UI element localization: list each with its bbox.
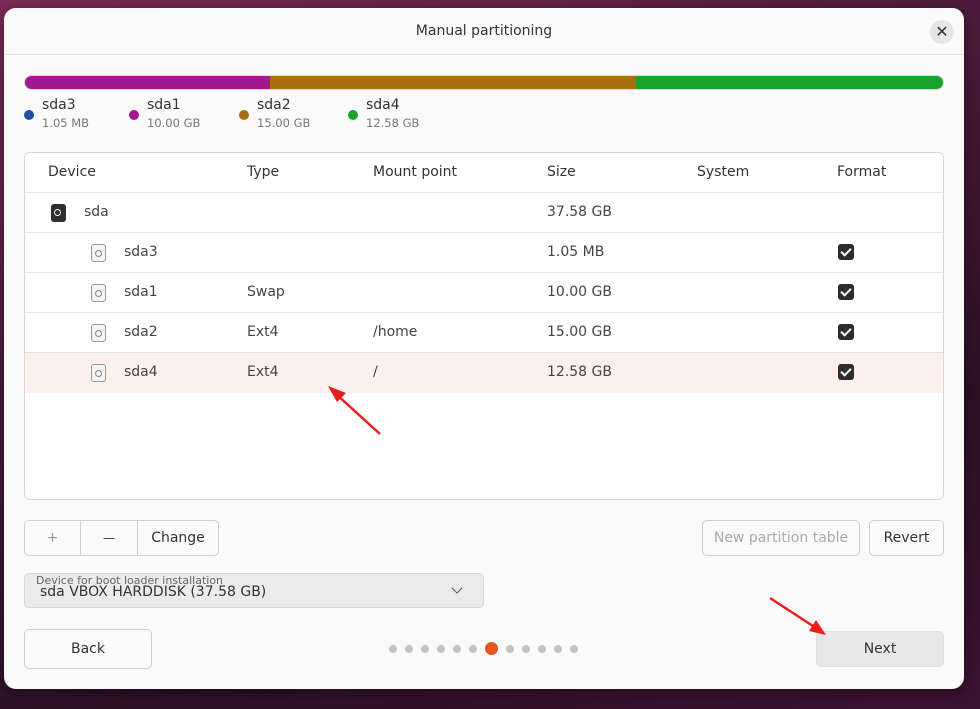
table-header-row: Device Type Mount point Size System Form… xyxy=(25,153,943,193)
page-dot xyxy=(421,644,429,653)
table-row-sda2[interactable]: sda2 Ext4 /home 15.00 GB xyxy=(25,313,943,353)
usage-segment-sda1 xyxy=(25,76,270,89)
page-dot-active xyxy=(485,642,498,655)
new-partition-table-button[interactable]: New partition table xyxy=(702,520,860,556)
legend-name: sda3 xyxy=(42,97,76,113)
legend-dot-icon xyxy=(239,110,249,120)
legend-item-sda2: sda2 15.00 GB xyxy=(239,96,348,132)
page-dot xyxy=(469,644,477,653)
partition-icon xyxy=(91,244,106,262)
format-checkbox[interactable] xyxy=(838,244,854,260)
format-checkbox[interactable] xyxy=(838,324,854,340)
page-dot xyxy=(554,644,562,653)
header-system[interactable]: System xyxy=(697,153,749,192)
bootloader-device-select[interactable]: Device for boot loader installation sda … xyxy=(24,573,484,608)
legend-size: 12.58 GB xyxy=(366,116,420,130)
table-row-sda3[interactable]: sda3 1.05 MB xyxy=(25,233,943,273)
page-dot xyxy=(570,644,578,653)
legend-dot-icon xyxy=(24,110,34,120)
change-partition-button[interactable]: Change xyxy=(138,521,218,555)
page-dot xyxy=(389,644,397,653)
legend-size: 10.00 GB xyxy=(147,116,201,130)
page-dot xyxy=(506,644,514,653)
page-dot xyxy=(437,644,445,653)
disk-usage-bar xyxy=(24,75,944,90)
usage-segment-sda4 xyxy=(635,76,943,89)
device-name: sda1 xyxy=(124,284,158,300)
format-checkbox[interactable] xyxy=(838,284,854,300)
partition-size: 12.58 GB xyxy=(547,364,612,380)
revert-button[interactable]: Revert xyxy=(869,520,944,556)
header-device[interactable]: Device xyxy=(48,153,96,192)
close-button[interactable]: ✕ xyxy=(930,20,954,44)
harddisk-icon xyxy=(51,204,66,222)
next-button[interactable]: Next xyxy=(816,631,944,667)
legend-dot-icon xyxy=(348,110,358,120)
partition-icon xyxy=(91,364,106,382)
partition-size: 15.00 GB xyxy=(547,324,612,340)
mount-point: /home xyxy=(373,324,418,340)
device-name: sda4 xyxy=(124,364,158,380)
device-name: sda xyxy=(84,204,109,220)
partition-icon xyxy=(91,284,106,302)
legend-size: 1.05 MB xyxy=(42,116,90,130)
legend-item-sda1: sda1 10.00 GB xyxy=(129,96,239,132)
header-format[interactable]: Format xyxy=(837,153,886,192)
device-name: sda2 xyxy=(124,324,158,340)
page-dot xyxy=(453,644,461,653)
partition-type: Ext4 xyxy=(247,324,279,340)
close-icon: ✕ xyxy=(935,22,949,41)
partition-type: Swap xyxy=(247,284,285,300)
usage-legend: sda3 1.05 MB sda1 10.00 GB sda2 15.00 GB… xyxy=(24,96,458,132)
legend-item-sda3: sda3 1.05 MB xyxy=(24,96,129,132)
page-dot xyxy=(405,644,413,653)
partition-size: 10.00 GB xyxy=(547,284,612,300)
add-partition-button[interactable]: + xyxy=(25,521,81,555)
dialog-title: Manual partitioning xyxy=(415,23,553,39)
legend-name: sda4 xyxy=(366,97,400,113)
usage-segment-sda2 xyxy=(269,76,636,89)
chevron-down-icon xyxy=(451,582,463,594)
page-indicator xyxy=(389,642,586,655)
table-row-sda[interactable]: sda 37.58 GB xyxy=(25,193,943,233)
device-name: sda3 xyxy=(124,244,158,260)
partition-size: 37.58 GB xyxy=(547,204,612,220)
remove-partition-button[interactable]: — xyxy=(81,521,138,555)
dialog-header: Manual partitioning ✕ xyxy=(4,8,964,55)
legend-size: 15.00 GB xyxy=(257,116,311,130)
page-dot xyxy=(522,644,530,653)
legend-name: sda1 xyxy=(147,97,181,113)
mount-point: / xyxy=(373,364,378,380)
partition-icon xyxy=(91,324,106,342)
format-checkbox[interactable] xyxy=(838,364,854,380)
partition-type: Ext4 xyxy=(247,364,279,380)
table-row-sda1[interactable]: sda1 Swap 10.00 GB xyxy=(25,273,943,313)
legend-name: sda2 xyxy=(257,97,291,113)
header-mount-point[interactable]: Mount point xyxy=(373,153,457,192)
back-button[interactable]: Back xyxy=(24,629,152,669)
partition-size: 1.05 MB xyxy=(547,244,605,260)
bootloader-value: sda VBOX HARDDISK (37.58 GB) xyxy=(40,584,267,600)
page-dot xyxy=(538,644,546,653)
header-type[interactable]: Type xyxy=(247,153,279,192)
partition-table: Device Type Mount point Size System Form… xyxy=(24,152,944,500)
legend-dot-icon xyxy=(129,110,139,120)
table-row-sda4[interactable]: sda4 Ext4 / 12.58 GB xyxy=(25,353,943,393)
header-size[interactable]: Size xyxy=(547,153,576,192)
legend-item-sda4: sda4 12.58 GB xyxy=(348,96,458,132)
partition-edit-buttons: + — Change xyxy=(24,520,219,556)
manual-partitioning-dialog: Manual partitioning ✕ sda3 1.05 MB sda1 … xyxy=(4,8,964,689)
